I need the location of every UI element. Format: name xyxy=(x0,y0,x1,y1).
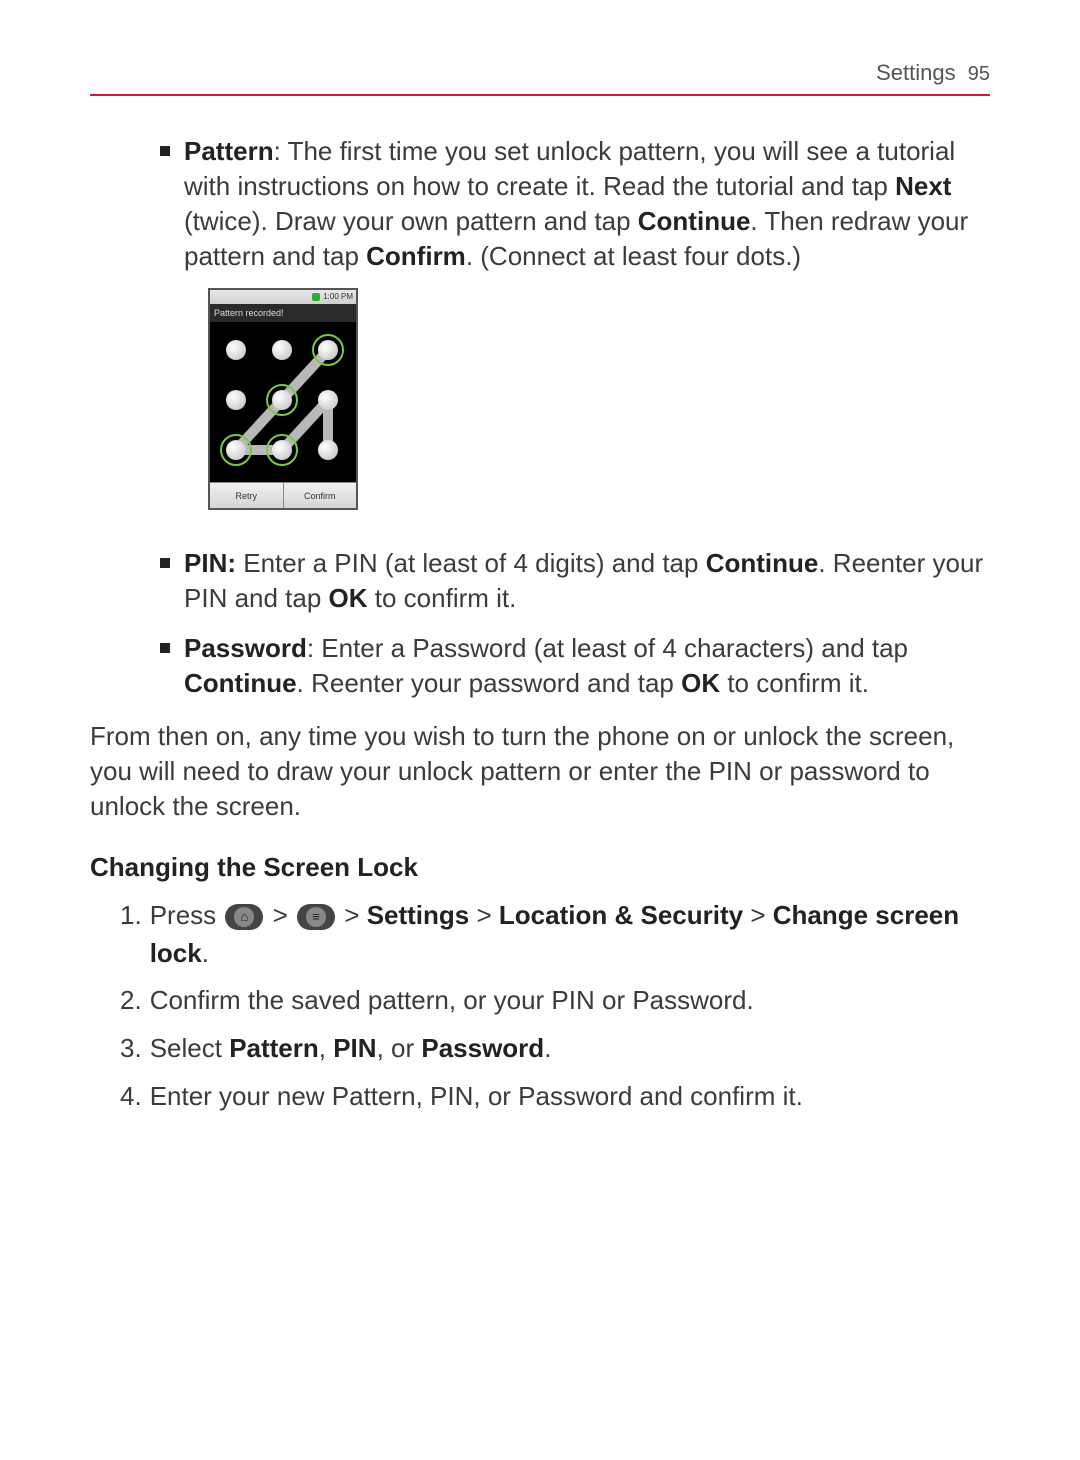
term-label: Pattern xyxy=(184,136,274,166)
step-number: 3. xyxy=(120,1030,142,1068)
bullet-pattern: Pattern: The first time you set unlock p… xyxy=(160,134,990,532)
bullet-square-icon xyxy=(160,643,170,653)
phone-buttons: Retry Confirm xyxy=(210,482,356,508)
page-header: Settings 95 xyxy=(90,60,990,96)
term-label: PIN: xyxy=(184,548,236,578)
term-label: Password xyxy=(184,633,307,663)
bullet-text: Pattern: The first time you set unlock p… xyxy=(184,134,990,532)
confirm-button: Confirm xyxy=(284,483,357,508)
bullet-square-icon xyxy=(160,146,170,156)
signal-icon xyxy=(312,293,320,301)
step-text: Press ⌂ > ≡ > Settings > Location & Secu… xyxy=(150,897,990,972)
body-paragraph: From then on, any time you wish to turn … xyxy=(90,719,990,824)
phone-status-bar: 1:00 PM xyxy=(210,290,356,304)
phone-title-bar: Pattern recorded! xyxy=(210,304,356,322)
pattern-screenshot: 1:00 PM Pattern recorded! xyxy=(208,288,358,510)
page-number: 95 xyxy=(968,63,990,85)
bullet-text: Password: Enter a Password (at least of … xyxy=(184,631,990,701)
menu-key-icon: ≡ xyxy=(297,904,335,930)
home-key-icon: ⌂ xyxy=(225,904,263,930)
bullet-password: Password: Enter a Password (at least of … xyxy=(160,631,990,701)
step-text: Enter your new Pattern, PIN, or Password… xyxy=(150,1078,990,1116)
bullet-square-icon xyxy=(160,558,170,568)
step-text: Confirm the saved pattern, or your PIN o… xyxy=(150,982,990,1020)
section-title: Settings xyxy=(876,60,956,85)
pattern-grid xyxy=(210,322,356,482)
step-1: 1. Press ⌂ > ≡ > Settings > Location & S… xyxy=(120,897,990,972)
bullet-list: Pattern: The first time you set unlock p… xyxy=(160,134,990,701)
step-number: 4. xyxy=(120,1078,142,1116)
retry-button: Retry xyxy=(210,483,284,508)
bullet-pin: PIN: Enter a PIN (at least of 4 digits) … xyxy=(160,546,990,616)
step-3: 3. Select Pattern, PIN, or Password. xyxy=(120,1030,990,1068)
step-number: 1. xyxy=(120,897,142,972)
step-4: 4. Enter your new Pattern, PIN, or Passw… xyxy=(120,1078,990,1116)
status-time: 1:00 PM xyxy=(323,292,353,303)
manual-page: Settings 95 Pattern: The first time you … xyxy=(0,0,1080,1185)
step-2: 2. Confirm the saved pattern, or your PI… xyxy=(120,982,990,1020)
step-number: 2. xyxy=(120,982,142,1020)
bullet-text: PIN: Enter a PIN (at least of 4 digits) … xyxy=(184,546,990,616)
step-text: Select Pattern, PIN, or Password. xyxy=(150,1030,990,1068)
subheading: Changing the Screen Lock xyxy=(90,852,990,883)
